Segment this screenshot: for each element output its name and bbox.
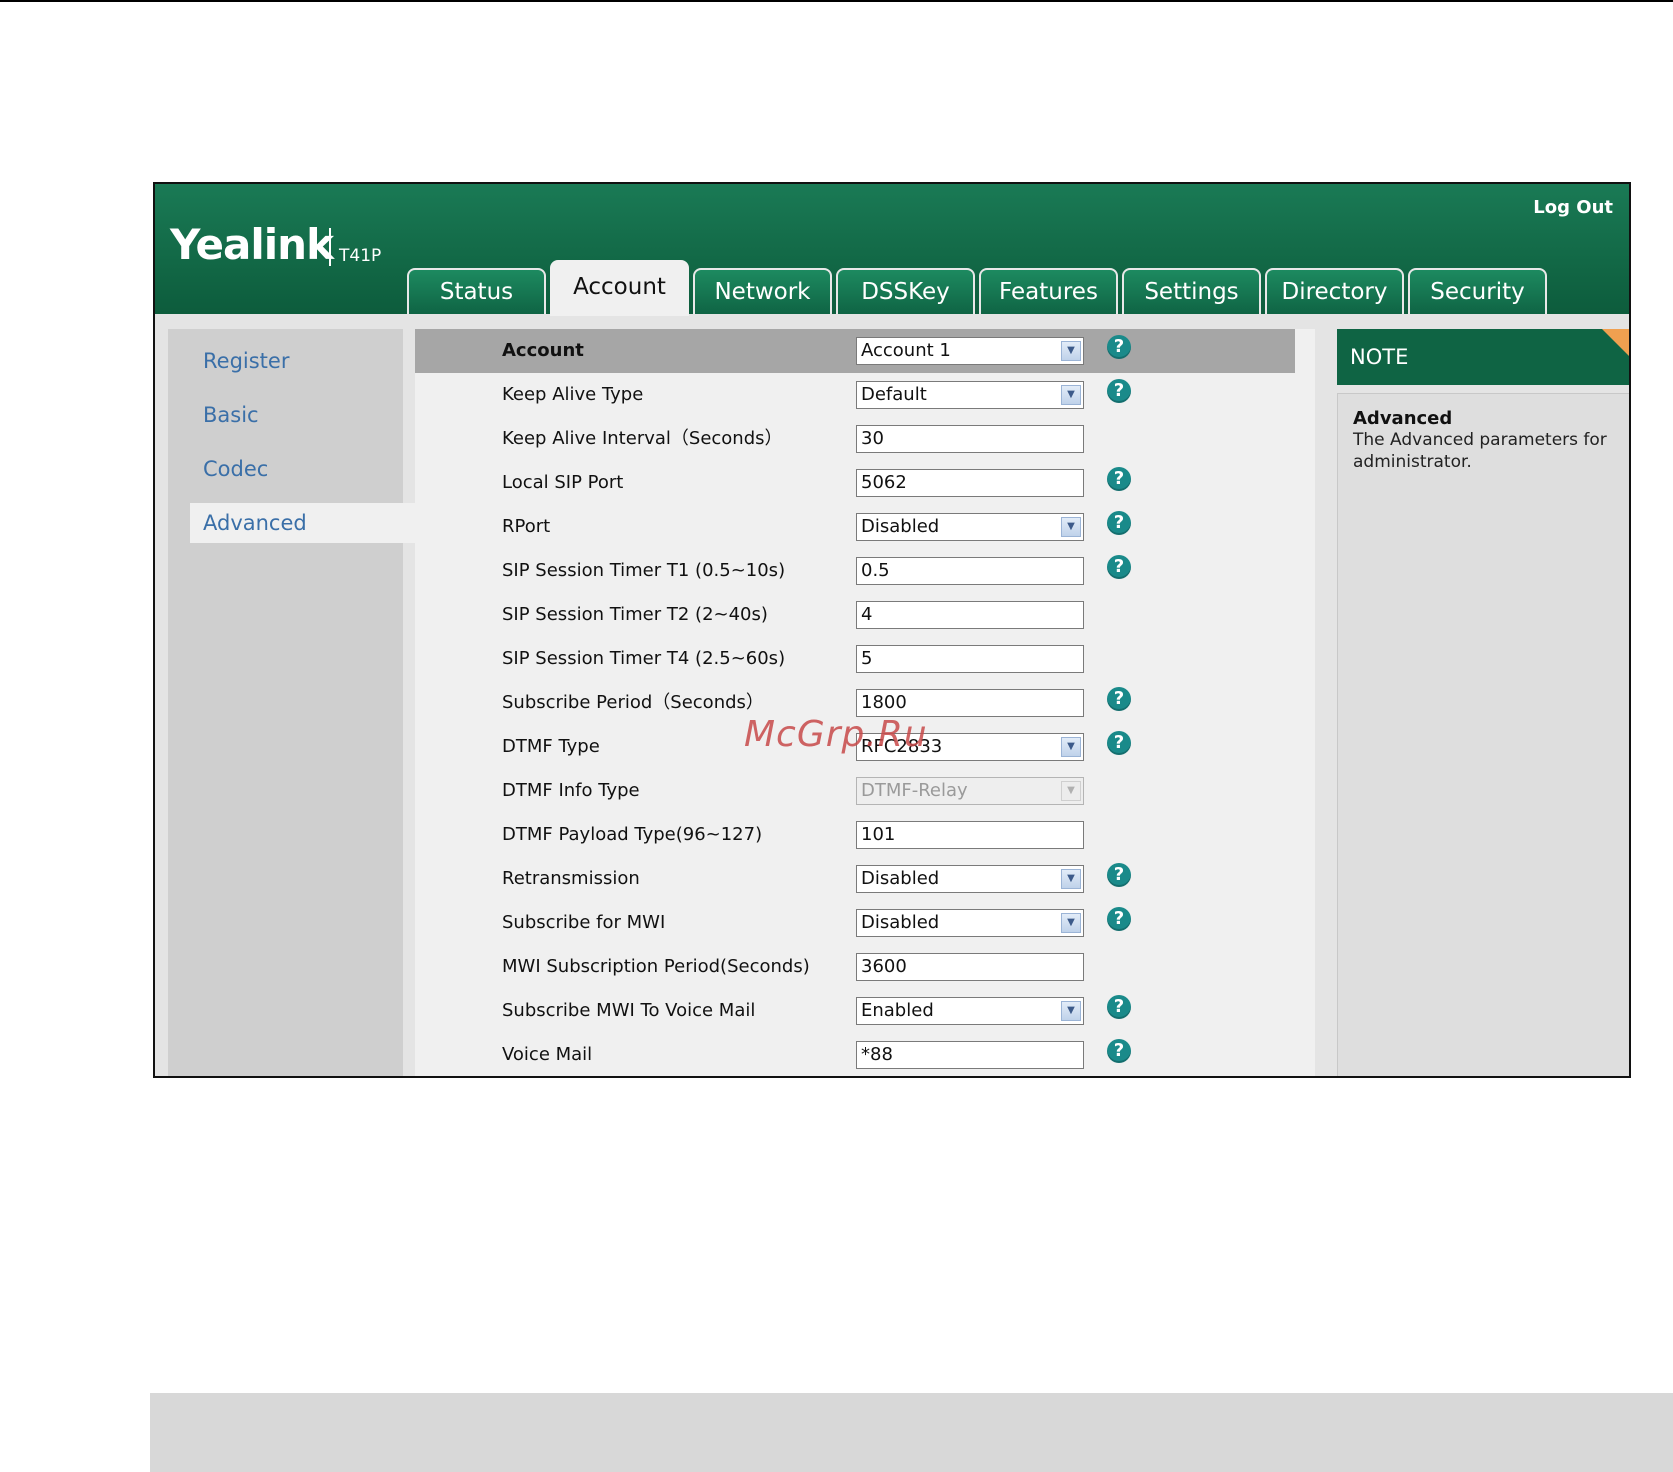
tab-settings[interactable]: Settings xyxy=(1122,268,1261,314)
yealink-logo: Yealink xyxy=(170,220,334,269)
tab-dsskey[interactable]: DSSKey xyxy=(836,268,975,314)
dtmf-info-type-select: DTMF-Relay ▼ xyxy=(856,777,1084,805)
header-bar: Yealink T41P Log Out Status Account Netw… xyxy=(155,184,1629,316)
tab-status[interactable]: Status xyxy=(407,268,546,314)
sidebar-item-codec[interactable]: Codec xyxy=(168,449,403,489)
subscribe-period-label: Subscribe Period（Seconds） xyxy=(502,692,764,713)
note-corner-fold xyxy=(1602,329,1629,357)
help-icon[interactable]: ? xyxy=(1107,687,1131,711)
subscribe-mwi-label: Subscribe for MWI xyxy=(502,912,666,933)
sidebar: Register Basic Codec Advanced xyxy=(168,329,415,1076)
help-icon[interactable]: ? xyxy=(1107,379,1131,403)
help-icon[interactable]: ? xyxy=(1107,995,1131,1019)
dtmf-payload-type-label: DTMF Payload Type(96~127) xyxy=(502,824,763,845)
logout-link[interactable]: Log Out xyxy=(1533,197,1613,218)
keep-alive-type-value: Default xyxy=(861,384,927,405)
help-icon[interactable]: ? xyxy=(1107,467,1131,491)
subscribe-mwi-value: Disabled xyxy=(861,912,940,933)
retransmission-value: Disabled xyxy=(861,868,940,889)
sidebar-item-advanced[interactable]: Advanced xyxy=(190,503,415,543)
mwi-voice-mail-select[interactable]: Enabled ▼ xyxy=(856,997,1084,1025)
sip-timer-t4-label: SIP Session Timer T4 (2.5~60s) xyxy=(502,648,786,669)
mwi-voice-mail-value: Enabled xyxy=(861,1000,934,1021)
chevron-down-icon: ▼ xyxy=(1061,781,1081,801)
note-header: NOTE xyxy=(1337,329,1629,385)
top-rule xyxy=(0,0,1673,2)
chevron-down-icon: ▼ xyxy=(1061,737,1081,757)
subscribe-mwi-select[interactable]: Disabled ▼ xyxy=(856,909,1084,937)
dtmf-type-label: DTMF Type xyxy=(502,736,600,757)
note-heading: NOTE xyxy=(1350,345,1409,369)
chevron-down-icon: ▼ xyxy=(1061,385,1081,405)
chevron-down-icon: ▼ xyxy=(1061,913,1081,933)
sidebar-item-basic[interactable]: Basic xyxy=(168,395,403,435)
mwi-period-input[interactable]: 3600 xyxy=(856,953,1084,981)
tab-network[interactable]: Network xyxy=(693,268,832,314)
logo-separator xyxy=(329,228,331,266)
web-ui-window: Yealink T41P Log Out Status Account Netw… xyxy=(153,182,1631,1078)
keep-alive-interval-input[interactable]: 30 xyxy=(856,425,1084,453)
chevron-down-icon: ▼ xyxy=(1061,1001,1081,1021)
sip-timer-t1-label: SIP Session Timer T1 (0.5~10s) xyxy=(502,560,786,581)
tab-features[interactable]: Features xyxy=(979,268,1118,314)
note-text: The Advanced parameters for administrato… xyxy=(1353,430,1607,472)
sip-timer-t2-label: SIP Session Timer T2 (2~40s) xyxy=(502,604,768,625)
help-icon[interactable]: ? xyxy=(1107,1039,1131,1063)
tab-account[interactable]: Account xyxy=(550,260,689,316)
chevron-down-icon: ▼ xyxy=(1061,869,1081,889)
voice-mail-label: Voice Mail xyxy=(502,1044,593,1065)
page-footer-band xyxy=(150,1393,1673,1472)
model-label: T41P xyxy=(339,246,382,266)
retransmission-label: Retransmission xyxy=(502,868,640,889)
account-label: Account xyxy=(502,340,584,361)
keep-alive-type-label: Keep Alive Type xyxy=(502,384,644,405)
help-icon[interactable]: ? xyxy=(1107,555,1131,579)
rport-label: RPort xyxy=(502,516,551,537)
account-select[interactable]: Account 1 ▼ xyxy=(856,337,1084,365)
sip-timer-t1-input[interactable]: 0.5 xyxy=(856,557,1084,585)
subscribe-period-input[interactable]: 1800 xyxy=(856,689,1084,717)
keep-alive-type-select[interactable]: Default ▼ xyxy=(856,381,1084,409)
rport-value: Disabled xyxy=(861,516,940,537)
dtmf-info-type-value: DTMF-Relay xyxy=(861,780,968,801)
retransmission-select[interactable]: Disabled ▼ xyxy=(856,865,1084,893)
watermark: McGrp.Ru xyxy=(744,714,928,755)
sidebar-item-register[interactable]: Register xyxy=(168,341,403,381)
help-icon[interactable]: ? xyxy=(1107,863,1131,887)
note-title: Advanced xyxy=(1353,408,1453,429)
sip-timer-t4-input[interactable]: 5 xyxy=(856,645,1084,673)
chevron-down-icon: ▼ xyxy=(1061,341,1081,361)
mwi-period-label: MWI Subscription Period(Seconds) xyxy=(502,956,810,977)
local-sip-port-label: Local SIP Port xyxy=(502,472,624,493)
help-icon[interactable]: ? xyxy=(1107,907,1131,931)
help-icon[interactable]: ? xyxy=(1107,731,1131,755)
voice-mail-input[interactable]: *88 xyxy=(856,1041,1084,1069)
rport-select[interactable]: Disabled ▼ xyxy=(856,513,1084,541)
help-icon[interactable]: ? xyxy=(1107,335,1131,359)
dtmf-payload-type-input[interactable]: 101 xyxy=(856,821,1084,849)
help-icon[interactable]: ? xyxy=(1107,511,1131,535)
settings-form: Account Account 1 ▼ ? Keep Alive Type Def… xyxy=(415,329,1315,1076)
keep-alive-interval-label: Keep Alive Interval（Seconds） xyxy=(502,428,783,449)
sip-timer-t2-input[interactable]: 4 xyxy=(856,601,1084,629)
local-sip-port-input[interactable]: 5062 xyxy=(856,469,1084,497)
note-panel: Advanced The Advanced parameters for adm… xyxy=(1337,393,1629,1076)
account-select-value: Account 1 xyxy=(861,340,951,361)
chevron-down-icon: ▼ xyxy=(1061,517,1081,537)
dtmf-info-type-label: DTMF Info Type xyxy=(502,780,640,801)
tab-directory[interactable]: Directory xyxy=(1265,268,1404,314)
tab-security[interactable]: Security xyxy=(1408,268,1547,314)
mwi-voice-mail-label: Subscribe MWI To Voice Mail xyxy=(502,1000,756,1021)
